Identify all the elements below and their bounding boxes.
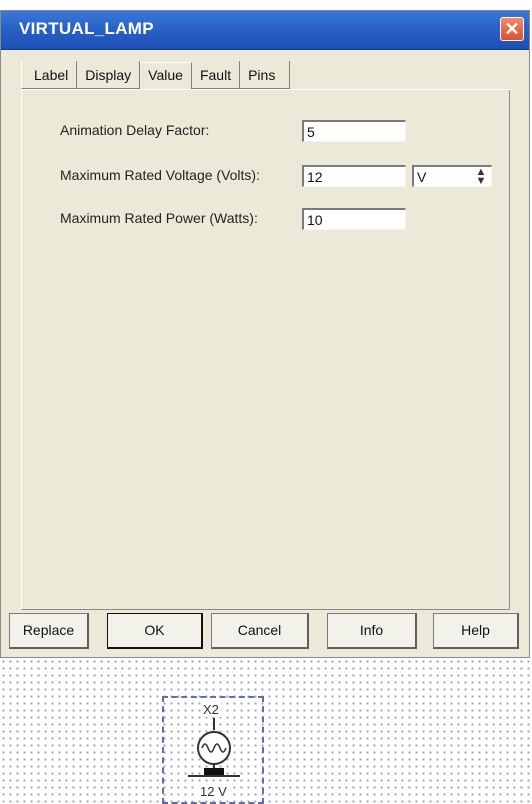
button-row: Replace OK Cancel Info Help — [9, 613, 521, 653]
cancel-button[interactable]: Cancel — [211, 613, 309, 649]
title-bar[interactable]: VIRTUAL_LAMP ✕ — [1, 11, 529, 50]
max-voltage-label: Maximum Rated Voltage (Volts): — [60, 167, 260, 183]
voltage-unit-spinner[interactable]: V ▲ ▼ — [412, 165, 492, 187]
virtual-lamp-dialog: VIRTUAL_LAMP ✕ Label Display Value Fault… — [0, 10, 530, 658]
window-title: VIRTUAL_LAMP — [19, 19, 154, 38]
tab-pins[interactable]: Pins — [240, 61, 291, 89]
tab-fault[interactable]: Fault — [191, 61, 241, 89]
animation-delay-input[interactable]: 5 — [302, 120, 406, 142]
voltage-unit-value: V — [417, 169, 427, 185]
value-tab-panel: Animation Delay Factor: 5 Maximum Rated … — [21, 90, 510, 610]
ok-button[interactable]: OK — [107, 613, 203, 649]
tab-label[interactable]: Label — [21, 61, 78, 89]
tab-value[interactable]: Value — [140, 62, 192, 90]
spin-updown-icon[interactable]: ▲ ▼ — [473, 167, 489, 187]
component-ref-label: X2 — [201, 702, 221, 717]
max-power-label: Maximum Rated Power (Watts): — [60, 210, 258, 226]
max-power-input[interactable]: 10 — [302, 208, 406, 230]
schematic-canvas[interactable]: X2 12 V — [0, 658, 532, 804]
lamp-icon[interactable] — [182, 718, 246, 788]
component-value-label: 12 V — [198, 784, 229, 799]
info-button[interactable]: Info — [327, 613, 417, 649]
replace-button[interactable]: Replace — [9, 613, 89, 649]
animation-delay-label: Animation Delay Factor: — [60, 122, 210, 138]
max-voltage-input[interactable]: 12 — [302, 165, 406, 187]
help-button[interactable]: Help — [433, 613, 519, 649]
tab-display[interactable]: Display — [77, 61, 141, 89]
spin-down-arrow[interactable]: ▼ — [473, 176, 489, 187]
close-icon[interactable]: ✕ — [500, 17, 524, 41]
tab-strip: Label Display Value Fault Pins — [21, 61, 291, 90]
